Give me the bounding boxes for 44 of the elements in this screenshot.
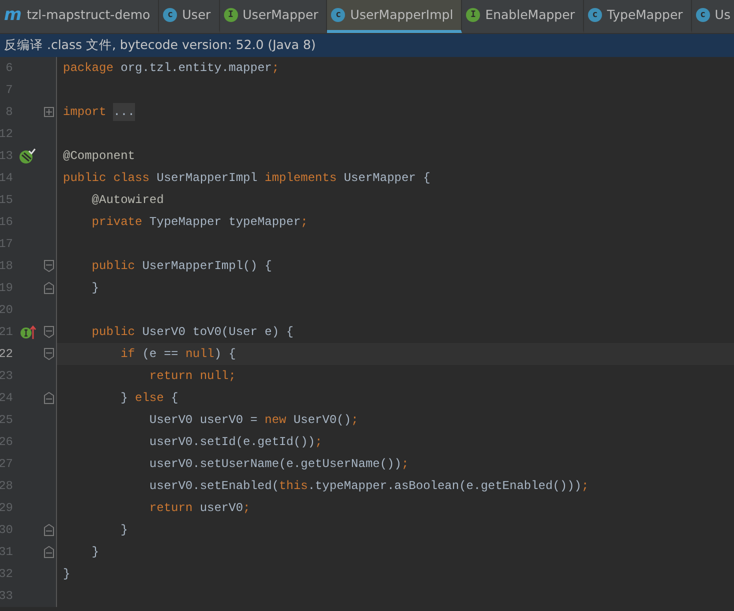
collapse-fold-icon[interactable] [44, 392, 54, 404]
collapse-fold-icon[interactable] [44, 524, 54, 536]
code-line: } else { [120, 390, 178, 407]
code-line: if (e == null) { [120, 346, 236, 363]
editor-tab[interactable]: c UserMapperImpl [327, 0, 462, 33]
collapse-fold-icon[interactable] [44, 546, 54, 558]
interface-icon: I [224, 8, 238, 22]
interface-icon: I [466, 8, 480, 22]
module-icon: m [4, 8, 22, 22]
code-line: package org.tzl.entity.mapper; [63, 60, 280, 77]
code-line: } [90, 544, 100, 561]
code-line: private TypeMapper typeMapper; [90, 214, 308, 231]
code-line: } [120, 522, 128, 539]
editor-tab[interactable]: m tzl-mapstruct-demo [0, 0, 160, 33]
code-line: userV0.setId(e.getId()); [148, 434, 322, 451]
editor-tab[interactable]: c User [159, 0, 220, 33]
expand-fold-icon[interactable] [44, 107, 54, 117]
code-line: public class UserMapperImpl implements UserMapper { [63, 170, 430, 187]
collapse-fold-icon[interactable] [44, 326, 54, 338]
implements-icon[interactable] [20, 324, 36, 340]
editor-tab[interactable]: I EnableMapper [462, 0, 584, 33]
class-icon: c [696, 8, 710, 22]
code-line: return null; [148, 368, 236, 385]
collapse-fold-icon[interactable] [44, 260, 54, 272]
class-icon: c [588, 8, 602, 22]
collapse-fold-icon[interactable] [44, 348, 54, 360]
code-line: UserV0 userV0 = new UserV0(); [148, 412, 358, 429]
code-line: public UserMapperImpl() { [90, 258, 272, 275]
code-line: @Autowired [90, 192, 164, 209]
code-line: } [90, 280, 100, 297]
code-line: return userV0; [148, 500, 250, 517]
code-line: userV0.setEnabled(this.typeMapper.asBoolean(e.getEnabled())); [148, 478, 589, 495]
code-line: } [63, 566, 70, 583]
code-line: userV0.setUserName(e.getUserName()); [148, 456, 409, 473]
decompiled-notice: 反编译 .class 文件, bytecode version: 52.0 (Java 8) [4, 36, 316, 54]
bean-icon[interactable] [19, 148, 36, 164]
class-icon: c [163, 8, 178, 22]
editor-tab[interactable]: c TypeMapper [584, 0, 692, 33]
code-line: import ... [63, 103, 135, 121]
code-line: @Component [63, 148, 136, 165]
collapse-fold-icon[interactable] [44, 282, 54, 294]
code-line: public UserV0 toV0(User e) { [90, 324, 294, 341]
editor-tab[interactable]: c Us [692, 0, 734, 33]
class-icon: c [331, 8, 346, 22]
